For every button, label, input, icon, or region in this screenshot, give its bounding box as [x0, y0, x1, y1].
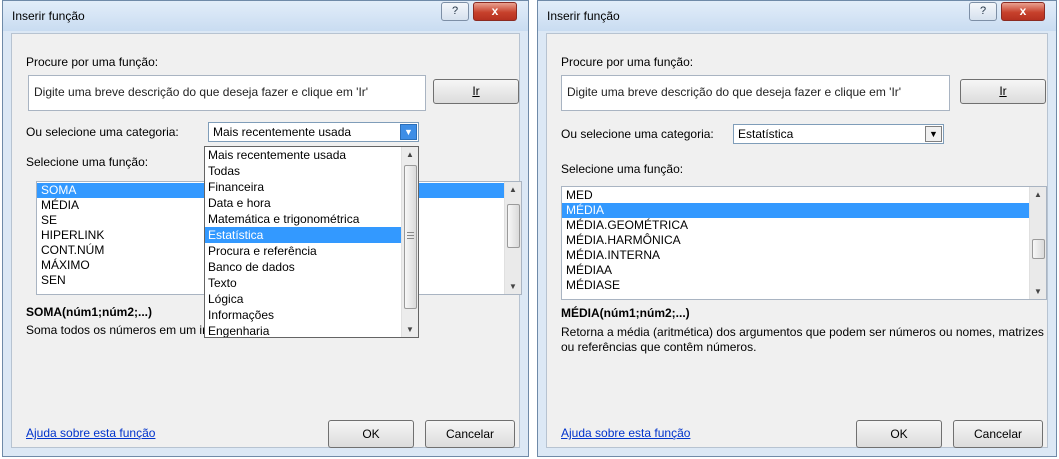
ok-button[interactable]: OK [856, 420, 942, 448]
function-list-item[interactable]: MÉDIASE [562, 278, 1029, 293]
close-button[interactable]: x [1001, 2, 1045, 21]
chevron-down-icon[interactable]: ▼ [400, 124, 417, 140]
function-signature: SOMA(núm1;núm2;...) [26, 305, 152, 319]
category-label: Ou selecione uma categoria: [26, 125, 179, 139]
scroll-thumb[interactable] [1032, 239, 1045, 259]
category-option[interactable]: Mais recentemente usada [205, 147, 401, 163]
scroll-thumb[interactable] [507, 204, 520, 248]
functions-label: Selecione uma função: [26, 155, 149, 169]
go-button[interactable]: Ir [433, 79, 519, 104]
go-button[interactable]: Ir [960, 79, 1046, 104]
category-dropdown-list[interactable]: Mais recentemente usada Todas Financeira Da… [204, 146, 419, 338]
category-option[interactable]: Todas [205, 163, 401, 179]
go-button-label: Ir [999, 84, 1007, 98]
cancel-button[interactable]: Cancelar [425, 420, 515, 448]
category-label: Ou selecione uma categoria: [561, 127, 714, 141]
category-option[interactable]: Engenharia [205, 323, 401, 337]
search-input[interactable]: Digite uma breve descrição do que deseja… [28, 75, 426, 111]
scroll-up-icon[interactable]: ▲ [1030, 187, 1046, 202]
help-button[interactable]: ? [969, 2, 997, 21]
chevron-down-icon[interactable]: ▼ [925, 126, 942, 142]
scroll-down-icon[interactable]: ▼ [505, 279, 521, 294]
category-option[interactable]: Banco de dados [205, 259, 401, 275]
function-list[interactable]: MED MÉDIA MÉDIA.GEOMÉTRICA MÉDIA.HARMÔNICA M… [561, 186, 1047, 300]
category-option[interactable]: Procura e referência [205, 243, 401, 259]
category-select-value: Estatística [738, 127, 794, 141]
function-description: Retorna a média (aritmética) dos argumen… [561, 325, 1044, 354]
search-label: Procure por uma função: [561, 55, 694, 69]
search-label: Procure por uma função: [26, 55, 159, 69]
scroll-thumb-grip [407, 235, 414, 236]
scroll-thumb[interactable] [404, 165, 417, 309]
category-option[interactable]: Matemática e trigonométrica [205, 211, 401, 227]
function-list-item[interactable]: MÉDIA.HARMÔNICA [562, 233, 1029, 248]
functions-label: Selecione uma função: [561, 162, 684, 176]
category-dropdown-scrollbar[interactable]: ▲ ▼ [401, 147, 418, 337]
title-bar[interactable]: Inserir função ? x [538, 1, 1056, 31]
category-options: Mais recentemente usada Todas Financeira Da… [205, 147, 401, 337]
category-option[interactable]: Lógica [205, 291, 401, 307]
dialog-title: Inserir função [12, 9, 85, 23]
category-select[interactable]: Mais recentemente usada ▼ [208, 122, 419, 142]
cancel-button[interactable]: Cancelar [953, 420, 1043, 448]
function-list-items: MED MÉDIA MÉDIA.GEOMÉTRICA MÉDIA.HARMÔNICA M… [562, 188, 1029, 293]
category-option[interactable]: Texto [205, 275, 401, 291]
category-select[interactable]: Estatística ▼ [733, 124, 944, 144]
function-signature: MÉDIA(núm1;núm2;...) [561, 306, 690, 320]
function-list-scrollbar[interactable]: ▲ ▼ [504, 182, 521, 294]
search-placeholder: Digite uma breve descrição do que deseja… [567, 85, 902, 99]
ok-button[interactable]: OK [328, 420, 414, 448]
scroll-up-icon[interactable]: ▲ [505, 182, 521, 197]
go-button-label: Ir [472, 84, 480, 98]
function-list-item[interactable]: MÉDIA.GEOMÉTRICA [562, 218, 1029, 233]
search-placeholder: Digite uma breve descrição do que deseja… [34, 85, 369, 99]
dialog-client-area: Procure por uma função: Digite uma breve… [546, 33, 1048, 448]
scroll-thumb-grip [407, 232, 414, 233]
function-list-item[interactable]: MÉDIA [562, 203, 1029, 218]
category-option[interactable]: Estatística [205, 227, 401, 243]
scroll-up-icon[interactable]: ▲ [402, 147, 418, 162]
function-list-scrollbar[interactable]: ▲ ▼ [1029, 187, 1046, 299]
category-option[interactable]: Informações [205, 307, 401, 323]
title-bar[interactable]: Inserir função ? x [3, 1, 528, 31]
category-option[interactable]: Data e hora [205, 195, 401, 211]
category-select-value: Mais recentemente usada [213, 125, 352, 139]
scroll-down-icon[interactable]: ▼ [402, 322, 418, 337]
search-input[interactable]: Digite uma breve descrição do que deseja… [561, 75, 950, 111]
function-list-item[interactable]: MED [562, 188, 1029, 203]
scroll-down-icon[interactable]: ▼ [1030, 284, 1046, 299]
scroll-thumb-grip [407, 238, 414, 239]
help-link[interactable]: Ajuda sobre esta função [561, 426, 690, 440]
insert-function-dialog: Inserir função ? x Procure por uma funçã… [537, 0, 1057, 457]
help-link[interactable]: Ajuda sobre esta função [26, 426, 155, 440]
dialog-title: Inserir função [547, 9, 620, 23]
close-button[interactable]: x [473, 2, 517, 21]
category-option[interactable]: Financeira [205, 179, 401, 195]
help-button[interactable]: ? [441, 2, 469, 21]
function-list-item[interactable]: MÉDIA.INTERNA [562, 248, 1029, 263]
function-list-item[interactable]: MÉDIAA [562, 263, 1029, 278]
